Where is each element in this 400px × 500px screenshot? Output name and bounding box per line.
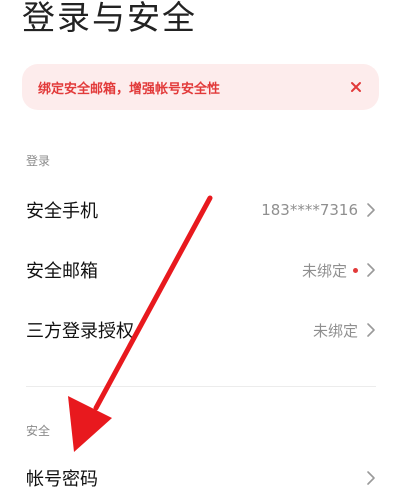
row-value: 未绑定 [301,261,347,280]
login-security-page: 登录与安全 绑定安全邮箱，增强帐号安全性 登录 安全手机 183****7316… [0,0,400,500]
row-third-party-auth[interactable]: 三方登录授权 未绑定 [0,300,400,360]
bind-email-banner[interactable]: 绑定安全邮箱，增强帐号安全性 [22,64,379,110]
row-value: 183****7316 [261,201,358,219]
row-label: 安全邮箱 [26,261,98,282]
unbound-red-dot [353,267,358,273]
row-account-password[interactable]: 帐号密码 [0,448,400,500]
section-label-login: 登录 [26,154,51,168]
row-security-email[interactable]: 安全邮箱 未绑定 [0,240,400,300]
section-label-security: 安全 [26,424,51,438]
close-icon[interactable] [347,78,365,96]
chevron-right-icon [366,470,376,486]
banner-text: 绑定安全邮箱，增强帐号安全性 [38,81,221,97]
row-value: 未绑定 [312,321,358,340]
chevron-right-icon [366,262,376,278]
page-title: 登录与安全 [22,0,197,37]
row-label: 帐号密码 [26,469,98,490]
chevron-right-icon [366,322,376,338]
row-label: 安全手机 [26,201,98,222]
row-label: 三方登录授权 [26,321,134,342]
section-divider [26,386,376,387]
chevron-right-icon [366,202,376,218]
row-security-phone[interactable]: 安全手机 183****7316 [0,180,400,240]
